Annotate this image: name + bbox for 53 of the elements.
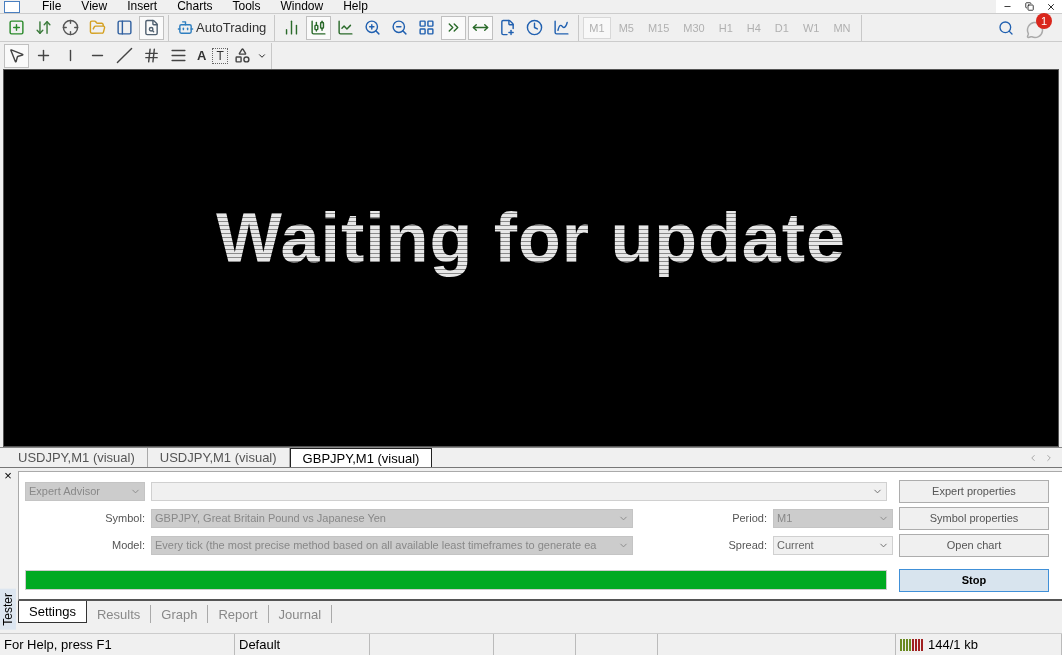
toolbar-button[interactable] [4, 43, 29, 68]
autotrading-button[interactable]: AutoTrading [173, 15, 271, 40]
toolbar-button[interactable] [468, 15, 494, 40]
search-icon[interactable] [998, 19, 1014, 36]
symbol-properties-button[interactable]: Symbol properties [899, 506, 1049, 530]
text-tool-button[interactable]: A [193, 43, 211, 68]
chart-tab[interactable]: USDJPY,M1 (visual) [147, 448, 290, 467]
restore-icon [1024, 2, 1034, 11]
cursor-icon [8, 47, 25, 64]
robot-icon [177, 19, 194, 36]
close-icon [1046, 1, 1056, 12]
zoom-in-icon[interactable] [364, 19, 382, 36]
field-label: Period: [731, 512, 767, 524]
line-chart-icon[interactable] [337, 19, 355, 36]
label-tool-button[interactable]: T [212, 47, 228, 64]
chart-tab[interactable]: GBPJPY,M1 (visual) [289, 448, 433, 467]
menu-item[interactable]: Charts [167, 0, 223, 13]
toolbar-button[interactable] [139, 15, 164, 40]
tile-windows-icon[interactable] [418, 19, 436, 36]
clock-icon[interactable] [526, 19, 544, 36]
menu-item[interactable]: Tools [222, 0, 271, 13]
traffic-text: 144/1 kb [928, 637, 978, 652]
shapes-icon[interactable] [233, 47, 251, 64]
expert-properties-button[interactable]: Expert properties [899, 479, 1049, 503]
panel-tab[interactable]: Settings [18, 601, 87, 623]
panel-title: Tester [0, 589, 16, 630]
toolbar-button[interactable] [441, 15, 467, 40]
trend-line-icon[interactable] [116, 47, 133, 64]
minimize-button[interactable] [996, 0, 1018, 13]
toolbar-button[interactable] [306, 15, 332, 40]
field-label: Symbol: [104, 512, 145, 524]
status-text: For Help, press F1 [4, 637, 112, 652]
spread-dropdown[interactable]: Current [773, 535, 893, 555]
menu-item[interactable]: Insert [117, 0, 168, 13]
candlestick-icon [310, 19, 328, 36]
chart-tab[interactable]: USDJPY,M1 (visual) [6, 448, 148, 467]
open-chart-button[interactable]: Open chart [899, 533, 1049, 557]
menu-item[interactable]: File [32, 0, 72, 13]
crosshair-icon[interactable] [62, 19, 79, 36]
profile-name: Default [239, 637, 281, 652]
close-button[interactable]: × [4, 468, 12, 482]
field-label: Model: [110, 539, 145, 551]
menu-item[interactable]: Help [333, 0, 378, 13]
menu-item[interactable]: View [71, 0, 118, 13]
zoom-out-icon[interactable] [391, 19, 409, 36]
close-button[interactable] [1040, 0, 1062, 13]
app-icon [4, 0, 20, 13]
crosshair-icon[interactable] [35, 47, 52, 64]
field-label: Spread: [727, 539, 767, 551]
new-chart-icon[interactable] [8, 19, 25, 36]
connection-icon [900, 638, 924, 651]
stop-button[interactable]: Stop [899, 568, 1049, 592]
menu-item[interactable]: Window [270, 0, 334, 13]
